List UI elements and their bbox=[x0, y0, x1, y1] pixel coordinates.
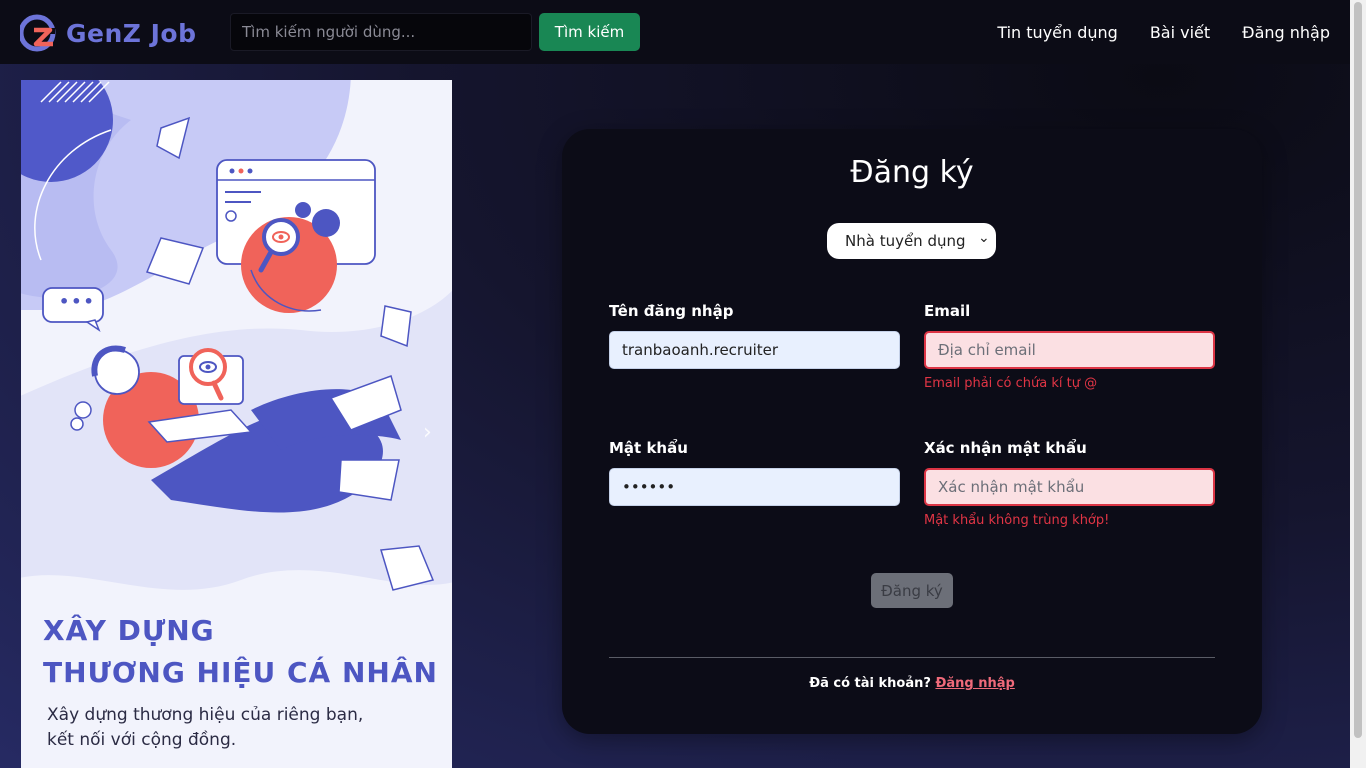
nav-link-posts[interactable]: Bài viết bbox=[1150, 23, 1210, 42]
hero-title-line2: THƯƠNG HIỆU CÁ NHÂN bbox=[43, 656, 438, 689]
genz-logo-icon bbox=[20, 14, 56, 52]
carousel-next-icon[interactable]: › bbox=[423, 420, 432, 445]
nav-links: Tin tuyển dụng Bài viết Đăng nhập bbox=[965, 0, 1330, 64]
speech-bubble-dots: ••• bbox=[59, 292, 96, 311]
email-error: Email phải có chứa kí tự @ bbox=[924, 376, 1098, 391]
email-label: Email bbox=[924, 302, 971, 320]
login-link[interactable]: Đăng nhập bbox=[935, 676, 1014, 691]
confirm-password-label: Xác nhận mật khẩu bbox=[924, 439, 1087, 457]
email-input[interactable] bbox=[924, 331, 1215, 369]
username-input[interactable] bbox=[609, 331, 900, 369]
brand[interactable]: GenZ Job bbox=[20, 14, 196, 52]
user-search-input[interactable] bbox=[230, 13, 532, 51]
scrollbar-thumb[interactable] bbox=[1354, 2, 1362, 738]
password-input[interactable] bbox=[609, 468, 900, 506]
username-label: Tên đăng nhập bbox=[609, 302, 734, 320]
brand-name: GenZ Job bbox=[66, 18, 197, 48]
navbar: GenZ Job Tìm kiếm Tin tuyển dụng Bài viế… bbox=[0, 0, 1350, 64]
hero-subtitle: Xây dựng thương hiệu của riêng bạn, kết … bbox=[47, 703, 427, 753]
hero-banner: ••• XÂY DỰNG THƯƠNG HIỆU CÁ NHÂN Xây dựn… bbox=[21, 80, 452, 768]
hero-title: XÂY DỰNG THƯƠNG HIỆU CÁ NHÂN bbox=[43, 610, 443, 694]
nav-link-login[interactable]: Đăng nhập bbox=[1242, 23, 1330, 42]
hero-subtitle-line1: Xây dựng thương hiệu của riêng bạn, bbox=[47, 705, 364, 725]
hero-subtitle-line2: kết nối với cộng đồng. bbox=[47, 730, 237, 750]
role-select[interactable]: Nhà tuyển dụng bbox=[827, 223, 996, 259]
confirm-password-error: Mật khẩu không trùng khớp! bbox=[924, 513, 1110, 528]
nav-link-jobs[interactable]: Tin tuyển dụng bbox=[997, 23, 1118, 42]
search-button[interactable]: Tìm kiếm bbox=[539, 13, 640, 51]
have-account-text: Đã có tài khoản? bbox=[809, 676, 931, 691]
register-card: Đăng ký Nhà tuyển dụng ⌄ Tên đăng nhập E… bbox=[562, 129, 1262, 734]
confirm-password-input[interactable] bbox=[924, 468, 1215, 506]
register-submit-button[interactable]: Đăng ký bbox=[871, 573, 953, 608]
password-label: Mật khẩu bbox=[609, 439, 688, 457]
register-title: Đăng ký bbox=[850, 155, 974, 190]
hero-title-line1: XÂY DỰNG bbox=[43, 614, 215, 647]
login-prompt: Đã có tài khoản? Đăng nhập bbox=[562, 676, 1262, 691]
page-scrollbar[interactable] bbox=[1350, 0, 1366, 768]
divider bbox=[609, 657, 1215, 658]
